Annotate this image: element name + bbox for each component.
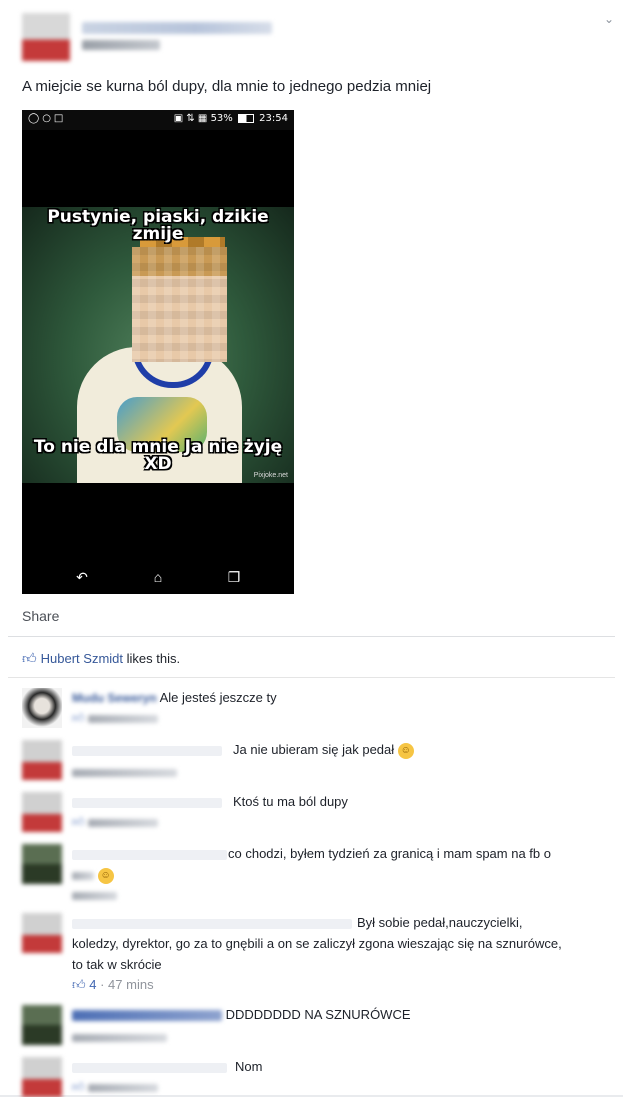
post-image[interactable]: ◯○□ ▣ ⇅ ▦ 53% 23:54 Pustynie, piaski, dz… (22, 110, 294, 594)
status-icons-left: ◯○□ (28, 113, 67, 124)
comment-author-redacted[interactable] (72, 798, 222, 808)
comment-author-redacted[interactable] (72, 1010, 222, 1022)
phone-status-bar: ◯○□ ▣ ⇅ ▦ 53% 23:54 (22, 110, 294, 130)
comment-body: Ja nie ubieram się jak pedał ☺ (233, 739, 414, 760)
comment-text: Ale jesteś jeszcze ty (159, 690, 277, 705)
chevron-down-icon[interactable]: ⌄ (602, 12, 616, 26)
comment-text: DDDDDDDD NA SZNURÓWCE (225, 1007, 411, 1022)
comment-author-redacted[interactable] (72, 850, 227, 860)
thumbs-up-icon: 👍︎ (22, 650, 37, 666)
likes-summary: 👍︎ Hubert Szmidt likes this. (22, 650, 180, 667)
comment-like-count[interactable]: 4 (89, 977, 96, 992)
thumbs-up-icon: 👍︎ (72, 815, 85, 829)
liker-link[interactable]: Hubert Szmidt (41, 651, 123, 666)
comment-author-redacted[interactable] (72, 746, 222, 756)
comment-text: Ja nie ubieram się jak pedał (233, 742, 395, 757)
comment: Ktoś tu ma ból dupy 👍︎ (22, 792, 612, 834)
comment-time[interactable]: 47 mins (108, 977, 154, 992)
comment-meta (72, 888, 117, 902)
thumbs-up-icon: 👍︎ (72, 1080, 85, 1094)
post-timestamp-redacted (82, 40, 160, 50)
comment-meta (72, 765, 177, 779)
comment-author-redacted[interactable] (72, 1063, 227, 1073)
divider (8, 636, 615, 637)
comment-text: co chodzi, byłem tydzień za granicą i ma… (228, 846, 551, 861)
comment-meta-redacted (72, 768, 177, 777)
comment-meta-redacted (87, 1083, 158, 1092)
tongue-emoji-icon: ☺ (397, 742, 414, 759)
phone-nav-bar: ↶ ⌂ ❐ (22, 562, 294, 594)
comment-text-continued: koledzy, dyrektor, go za to gnębili a on… (72, 936, 562, 972)
meme-pixelated-face (132, 247, 227, 362)
comment-text: Był sobie pedał,nauczycielki, (357, 915, 523, 930)
comment-text: Nom (235, 1059, 263, 1074)
back-icon: ↶ (76, 569, 88, 585)
battery-percent: 53% (210, 113, 233, 124)
comment-body: Ktoś tu ma ból dupy (233, 791, 348, 812)
comment: Był sobie pedał,nauczycielki, koledzy, d… (22, 913, 612, 995)
meme-image: Pustynie, piaski, dzikie zmije To nie dl… (22, 207, 294, 483)
author-name-redacted[interactable] (82, 22, 272, 34)
comment-meta-redacted (72, 1033, 167, 1042)
recents-icon: ❐ (227, 569, 241, 585)
status-time: 23:54 (259, 113, 288, 124)
comment-author[interactable]: Mudu Seweryn (72, 691, 157, 705)
comment-avatar[interactable] (22, 1005, 62, 1045)
comment-meta: 👍︎ (72, 815, 158, 830)
meta-dot: · (100, 977, 105, 992)
comment-text: Ktoś tu ma ból dupy (233, 794, 348, 809)
home-icon: ⌂ (153, 569, 163, 585)
likes-suffix: likes this. (123, 651, 181, 666)
comment-body: co chodzi, byłem tydzień za granicą i ma… (228, 843, 612, 864)
comment-text-redacted (72, 871, 94, 880)
comment: co chodzi, byłem tydzień za granicą i ma… (22, 844, 612, 904)
comment-meta-redacted (87, 714, 158, 723)
comment-meta (72, 1030, 167, 1044)
comment-meta: 👍︎ (72, 1080, 158, 1095)
comment-body: Mudu Seweryn Ale jesteś jeszcze ty (72, 687, 277, 709)
comment-body-continued: ☺ (72, 864, 114, 885)
emoji-icon: ☺ (97, 867, 114, 884)
comment-body: Nom (235, 1056, 262, 1077)
status-icons-right: ▣ ⇅ ▦ 53% 23:54 (173, 113, 288, 124)
comment: Nom 👍︎ (22, 1056, 612, 1097)
thumbs-up-icon[interactable]: 👍︎ (72, 977, 86, 992)
comment-avatar[interactable] (22, 844, 62, 884)
comment: Ja nie ubieram się jak pedał ☺ (22, 740, 612, 782)
post-text: A miejcie se kurna ból dupy, dla mnie to… (22, 78, 432, 95)
comment-meta: 👍︎ 4 · 47 mins (72, 977, 154, 993)
battery-icon (237, 113, 254, 123)
share-link[interactable]: Share (22, 608, 59, 624)
comment-author-redacted[interactable] (72, 919, 352, 929)
comment-avatar[interactable] (22, 792, 62, 832)
comment-meta-redacted (87, 818, 158, 827)
author-avatar[interactable] (22, 13, 70, 61)
comment-meta: 👍︎ (72, 711, 158, 726)
divider (8, 677, 615, 678)
comment-avatar[interactable] (22, 1057, 62, 1097)
post-card: ⌄ A miejcie se kurna ból dupy, dla mnie … (0, 0, 623, 1097)
comment-body: DDDDDDDD NA SZNURÓWCE (72, 1004, 411, 1025)
comment-avatar[interactable] (22, 688, 62, 728)
comment-meta-redacted (72, 891, 117, 900)
comment: Mudu Seweryn Ale jesteś jeszcze ty 👍︎ (22, 688, 612, 730)
meme-top-caption: Pustynie, piaski, dzikie zmije (47, 207, 269, 244)
thumbs-up-icon: 👍︎ (72, 711, 85, 725)
comment-avatar[interactable] (22, 913, 62, 953)
comment: DDDDDDDD NA SZNURÓWCE (22, 1005, 612, 1047)
meme-watermark: Pixjoke.net (253, 472, 288, 479)
meme-bottom-caption: To nie dla mnie Ja nie żyję XD (33, 437, 283, 474)
comment-avatar[interactable] (22, 740, 62, 780)
